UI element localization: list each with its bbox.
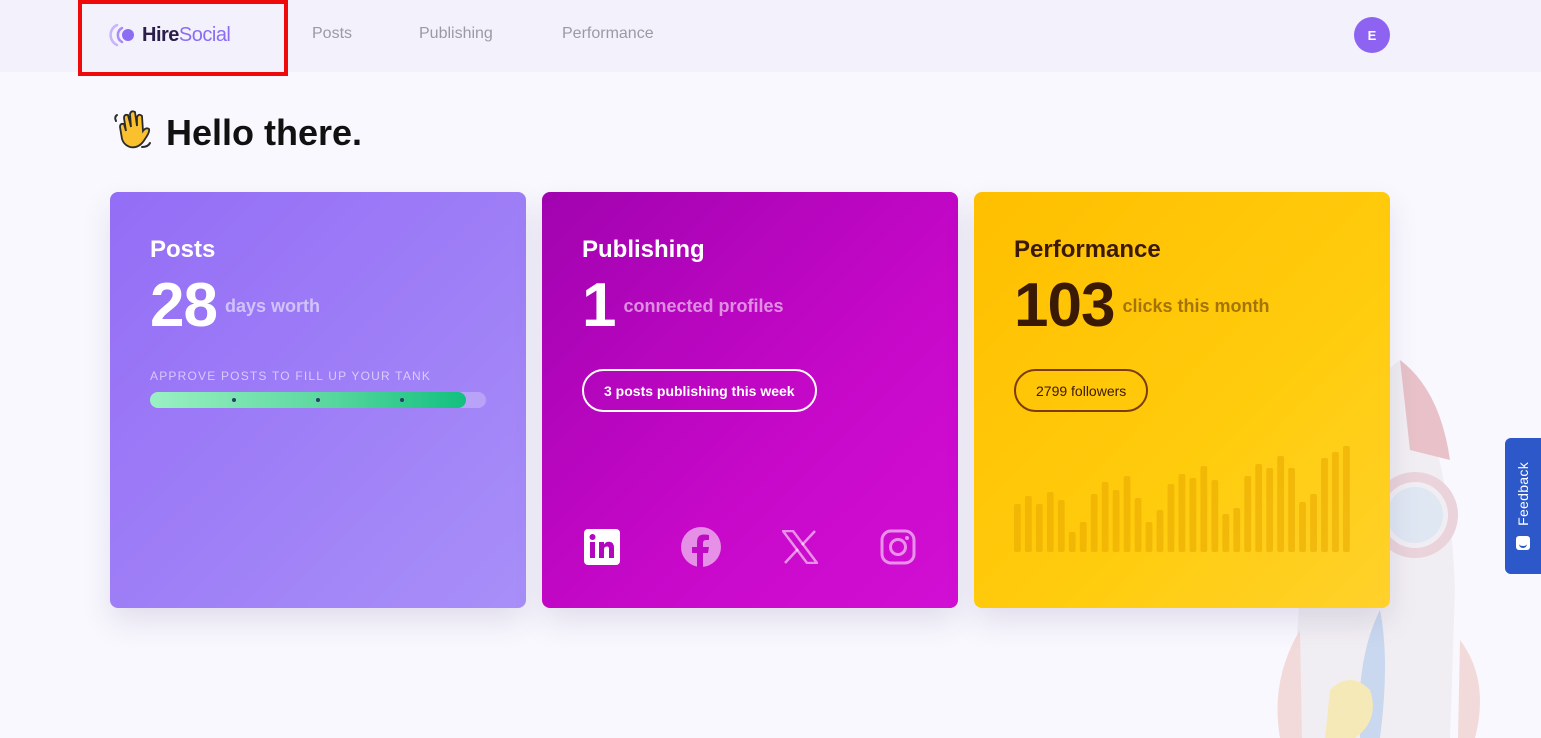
performance-card[interactable]: Performance 103 clicks this month 2799 f… [974, 192, 1390, 608]
activity-bar-chart [1014, 446, 1350, 552]
activity-bar [1134, 498, 1142, 552]
activity-bar [1244, 476, 1252, 552]
feedback-label: Feedback [1515, 462, 1531, 526]
activity-bar [1014, 504, 1021, 552]
posts-card-title: Posts [150, 236, 216, 263]
tank-marker [400, 398, 404, 402]
activity-bar [1222, 514, 1230, 552]
tank-instruction: APPROVE POSTS TO FILL UP YOUR TANK [150, 369, 432, 383]
social-profile-icons [582, 525, 918, 569]
activity-bar [1211, 480, 1219, 552]
nav-posts[interactable]: Posts [312, 25, 352, 43]
feedback-tab[interactable]: Feedback [1505, 438, 1541, 574]
tank-marker [316, 398, 320, 402]
instagram-icon[interactable] [878, 525, 918, 569]
activity-bar [1233, 508, 1241, 552]
clicks-count-label: clicks this month [1122, 296, 1270, 316]
nav-publishing[interactable]: Publishing [419, 25, 493, 43]
followers-pill[interactable]: 2799 followers [1014, 369, 1149, 412]
linkedin-icon[interactable] [582, 525, 622, 569]
activity-bar [1123, 476, 1131, 552]
activity-bar [1200, 466, 1208, 552]
feedback-smile-icon [1516, 535, 1530, 550]
activity-bar [1288, 468, 1295, 552]
activity-bar [1145, 522, 1153, 552]
publishing-card[interactable]: Publishing 1 connected profiles 3 posts … [542, 192, 958, 608]
activity-bar [1057, 500, 1065, 552]
activity-bar [1321, 458, 1328, 552]
facebook-icon[interactable] [681, 525, 721, 569]
posts-count-label: days worth [224, 296, 320, 316]
performance-metric: 103 clicks this month [1014, 272, 1270, 340]
activity-bar [1299, 502, 1306, 552]
activity-bar [1178, 474, 1186, 552]
greeting-title: Hello there. [166, 112, 363, 153]
clicks-count: 103 [1014, 271, 1115, 340]
activity-bar [1035, 504, 1043, 552]
logo-highlight-box [78, 0, 288, 76]
activity-bar [1189, 478, 1197, 552]
activity-bar [1046, 492, 1054, 552]
waving-hand-icon [112, 109, 156, 158]
activity-bar [1101, 482, 1109, 552]
activity-bar [1024, 496, 1032, 552]
connected-profiles-count: 1 [582, 271, 616, 340]
greeting: Hello there. [112, 109, 363, 158]
activity-bar [1255, 464, 1263, 552]
connected-profiles-label: connected profiles [623, 296, 784, 316]
activity-bar [1156, 510, 1164, 552]
tank-marker [232, 398, 236, 402]
activity-bar [1068, 532, 1076, 552]
nav-performance[interactable]: Performance [562, 25, 654, 43]
x-icon[interactable] [780, 525, 820, 569]
posts-count: 28 [150, 271, 218, 340]
activity-bar [1090, 494, 1098, 552]
activity-bar [1079, 522, 1087, 552]
activity-bar [1112, 490, 1120, 552]
publishing-metric: 1 connected profiles [582, 272, 784, 340]
activity-bar [1343, 446, 1350, 552]
tank-progress-fill [150, 392, 466, 408]
tank-progress-bar [150, 392, 486, 408]
activity-bar [1266, 468, 1274, 552]
user-avatar[interactable]: E [1354, 17, 1390, 53]
publishing-card-title: Publishing [582, 236, 705, 263]
posts-card[interactable]: Posts 28 days worth APPROVE POSTS TO FIL… [110, 192, 526, 608]
activity-bar [1332, 452, 1339, 552]
performance-card-title: Performance [1014, 236, 1161, 263]
posts-metric: 28 days worth [150, 272, 320, 340]
posts-this-week-pill[interactable]: 3 posts publishing this week [582, 369, 817, 412]
activity-bar [1277, 456, 1285, 552]
activity-bar [1167, 484, 1175, 552]
activity-bar [1310, 494, 1317, 552]
